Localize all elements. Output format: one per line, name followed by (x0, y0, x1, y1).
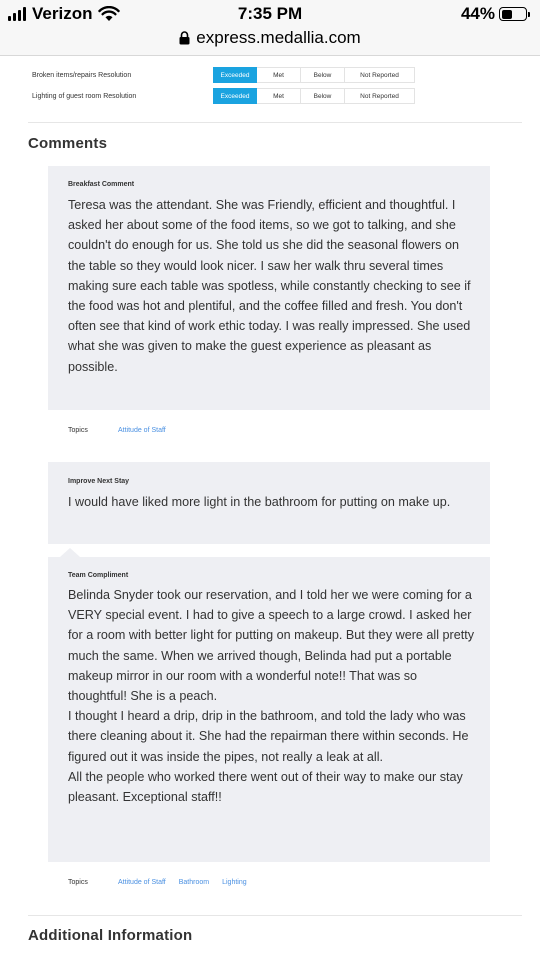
lock-icon (179, 31, 190, 45)
topic-link[interactable]: Lighting (222, 879, 247, 886)
comments-heading: Comments (28, 135, 108, 152)
comment-card-team-compliment: Team Compliment Belinda Snyder took our … (48, 557, 490, 862)
option-met[interactable]: Met (257, 88, 301, 104)
option-not-reported[interactable]: Not Reported (345, 88, 415, 104)
comment-text: I would have liked more light in the bat… (68, 495, 451, 509)
topic-link[interactable]: Bathroom (179, 879, 209, 886)
option-exceeded[interactable]: Exceeded (213, 88, 257, 104)
card-pointer (60, 548, 80, 557)
comment-card-improve-next-stay: Improve Next Stay I would have liked mor… (48, 462, 490, 544)
resolution-row-lighting: Lighting of guest room Resolution Exceed… (32, 87, 432, 105)
section-divider (28, 915, 522, 916)
topic-link[interactable]: Attitude of Staff (118, 879, 166, 886)
topic-link[interactable]: Attitude of Staff (118, 427, 166, 434)
comment-label: Improve Next Stay (68, 478, 130, 485)
status-right: 44% (461, 4, 530, 24)
comment-label: Team Compliment (68, 572, 129, 579)
resolution-label: Broken items/repairs Resolution (32, 71, 132, 79)
comment-label: Breakfast Comment (68, 181, 135, 188)
battery-percent: 44% (460, 4, 495, 23)
address-bar[interactable]: express.medallia.com (0, 28, 540, 48)
option-exceeded[interactable]: Exceeded (213, 67, 257, 83)
comment-text: Teresa was the attendant. She was Friend… (68, 198, 475, 374)
option-below[interactable]: Below (301, 67, 345, 83)
additional-information-heading: Additional Information (28, 927, 193, 944)
topics-row: Topics Attitude of Staff Bathroom Lighti… (48, 862, 490, 902)
url-text: express.medallia.com (196, 28, 361, 47)
resolution-label: Lighting of guest room Resolution (32, 92, 137, 100)
topics-row: Topics Attitude of Staff (48, 410, 490, 450)
battery-icon (499, 7, 527, 21)
option-below[interactable]: Below (301, 88, 345, 104)
comment-text: Belinda Snyder took our reservation, and… (68, 588, 475, 805)
topics-label: Topics (68, 426, 88, 434)
battery-cap (528, 11, 530, 17)
section-divider (28, 122, 522, 123)
rating-options: Exceeded Met Below Not Reported (213, 88, 415, 104)
rating-options: Exceeded Met Below Not Reported (213, 67, 415, 83)
battery-level (501, 9, 512, 19)
browser-status-bar: Verizon 7:35 PM 44% express.medallia.com (0, 0, 540, 56)
resolution-row-broken-items: Broken items/repairs Resolution Exceeded… (32, 66, 432, 84)
option-met[interactable]: Met (257, 67, 301, 83)
comment-card-breakfast: Breakfast Comment Teresa was the attenda… (48, 166, 490, 410)
option-not-reported[interactable]: Not Reported (345, 67, 415, 83)
topics-label: Topics (68, 878, 88, 886)
clock: 7:35 PM (237, 4, 303, 23)
